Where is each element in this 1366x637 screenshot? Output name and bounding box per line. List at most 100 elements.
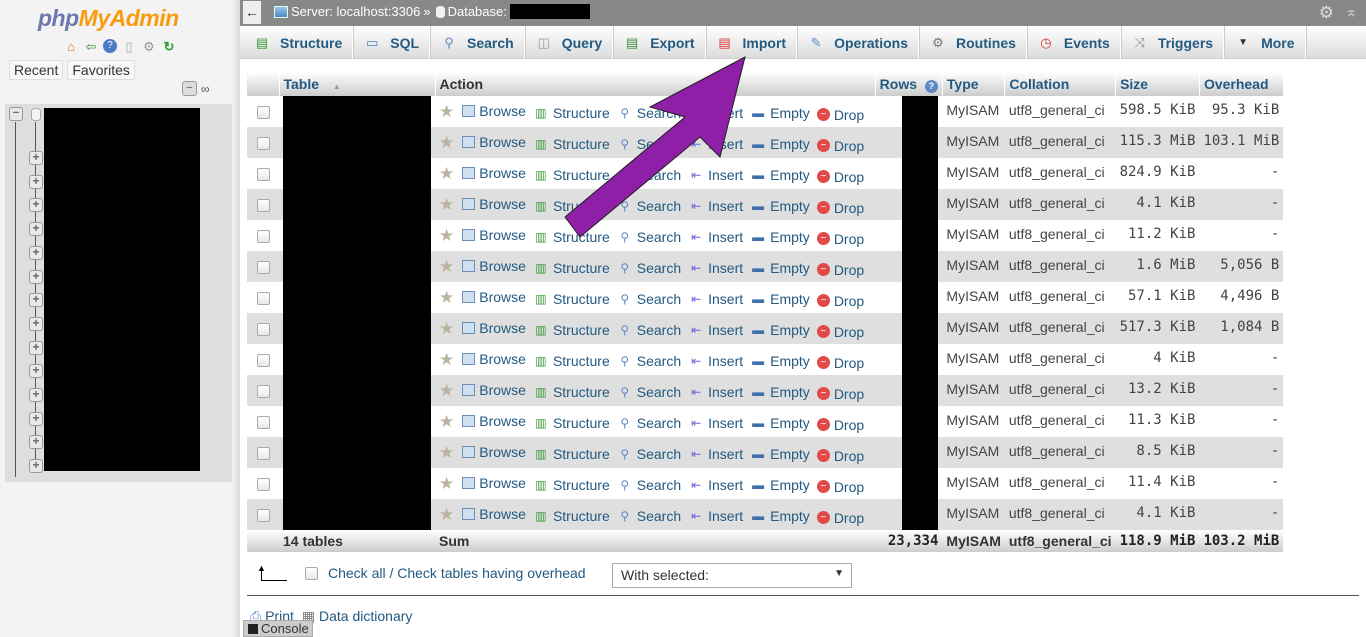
row-checkbox[interactable] xyxy=(257,261,270,274)
size-cell[interactable]: 8.5 KiB xyxy=(1115,437,1200,468)
browse-action[interactable]: Browse xyxy=(462,196,526,212)
empty-action[interactable]: ▬ Empty xyxy=(750,446,810,462)
drop-action[interactable]: − Drop xyxy=(816,169,864,185)
empty-action[interactable]: ▬ Empty xyxy=(750,508,810,524)
browse-action[interactable]: Browse xyxy=(462,134,526,150)
structure-action[interactable]: ▥ Structure xyxy=(533,291,609,307)
search-action[interactable]: ⚲ Search xyxy=(617,291,681,307)
size-column-header[interactable]: Size xyxy=(1115,72,1200,96)
favorite-star-icon[interactable]: ★ xyxy=(439,412,454,431)
tab-query[interactable]: ◫ Query xyxy=(525,26,614,59)
tab-sql[interactable]: ▭ SQL xyxy=(353,26,431,59)
table-name-cell[interactable] xyxy=(279,158,435,189)
page-settings-icon[interactable]: ⚙ xyxy=(1319,3,1334,23)
favorite-star-icon[interactable]: ★ xyxy=(439,443,454,462)
size-cell[interactable]: 824.9 KiB xyxy=(1115,158,1200,189)
insert-action[interactable]: ⇤ Insert xyxy=(688,136,743,152)
favorite-star-icon[interactable]: ★ xyxy=(439,257,454,276)
drop-action[interactable]: − Drop xyxy=(816,262,864,278)
expand-table-icon[interactable]: + xyxy=(29,459,43,474)
help-icon[interactable]: ? xyxy=(103,39,117,53)
expand-table-icon[interactable]: + xyxy=(29,198,43,213)
row-checkbox[interactable] xyxy=(257,416,270,429)
size-cell[interactable]: 517.3 KiB xyxy=(1115,313,1200,344)
row-checkbox[interactable] xyxy=(257,354,270,367)
favorite-star-icon[interactable]: ★ xyxy=(439,474,454,493)
browse-action[interactable]: Browse xyxy=(462,320,526,336)
structure-action[interactable]: ▥ Structure xyxy=(533,260,609,276)
empty-action[interactable]: ▬ Empty xyxy=(750,136,810,152)
with-selected-select[interactable]: With selected: ▼ xyxy=(612,563,852,588)
row-checkbox[interactable] xyxy=(257,478,270,491)
search-action[interactable]: ⚲ Search xyxy=(617,353,681,369)
structure-action[interactable]: ▥ Structure xyxy=(533,415,609,431)
home-icon[interactable]: ⌂ xyxy=(63,39,79,55)
browse-action[interactable]: Browse xyxy=(462,444,526,460)
rows-column-header[interactable]: Rows ? xyxy=(875,72,943,96)
empty-action[interactable]: ▬ Empty xyxy=(750,260,810,276)
logout-icon[interactable]: ⇦ xyxy=(83,39,99,55)
expand-table-icon[interactable]: + xyxy=(29,269,43,284)
structure-action[interactable]: ▥ Structure xyxy=(533,167,609,183)
size-cell[interactable]: 1.6 MiB xyxy=(1115,251,1200,282)
structure-action[interactable]: ▥ Structure xyxy=(533,508,609,524)
insert-action[interactable]: ⇤ Insert xyxy=(688,229,743,245)
empty-action[interactable]: ▬ Empty xyxy=(750,229,810,245)
favorite-star-icon[interactable]: ★ xyxy=(439,505,454,524)
browse-action[interactable]: Browse xyxy=(462,506,526,522)
data-dictionary-link[interactable]: ▦ Data dictionary xyxy=(302,608,413,625)
table-name-cell[interactable] xyxy=(279,313,435,344)
favorite-star-icon[interactable]: ★ xyxy=(439,133,454,152)
insert-action[interactable]: ⇤ Insert xyxy=(688,353,743,369)
toggle-navigation-icon[interactable]: ← xyxy=(243,1,261,24)
expand-table-icon[interactable]: + xyxy=(29,364,43,379)
row-checkbox[interactable] xyxy=(257,385,270,398)
table-name-cell[interactable] xyxy=(279,437,435,468)
table-name-cell[interactable] xyxy=(279,220,435,251)
row-checkbox[interactable] xyxy=(257,447,270,460)
row-checkbox[interactable] xyxy=(257,168,270,181)
drop-action[interactable]: − Drop xyxy=(816,510,864,526)
structure-action[interactable]: ▥ Structure xyxy=(533,477,609,493)
drop-action[interactable]: − Drop xyxy=(816,448,864,464)
breadcrumb-server[interactable]: Server: localhost:3306 xyxy=(291,4,420,19)
insert-action[interactable]: ⇤ Insert xyxy=(688,415,743,431)
drop-action[interactable]: − Drop xyxy=(816,417,864,433)
row-checkbox[interactable] xyxy=(257,230,270,243)
expand-table-icon[interactable]: + xyxy=(29,316,43,331)
empty-action[interactable]: ▬ Empty xyxy=(750,167,810,183)
size-cell[interactable]: 57.1 KiB xyxy=(1115,282,1200,313)
empty-action[interactable]: ▬ Empty xyxy=(750,477,810,493)
expand-table-icon[interactable]: + xyxy=(29,388,43,402)
insert-action[interactable]: ⇤ Insert xyxy=(688,105,743,121)
search-action[interactable]: ⚲ Search xyxy=(617,415,681,431)
browse-action[interactable]: Browse xyxy=(462,351,526,367)
nav-resize-handle[interactable] xyxy=(232,0,240,637)
row-checkbox[interactable] xyxy=(257,106,270,119)
browse-action[interactable]: Browse xyxy=(462,382,526,398)
insert-action[interactable]: ⇤ Insert xyxy=(688,198,743,214)
search-action[interactable]: ⚲ Search xyxy=(617,167,681,183)
size-cell[interactable]: 11.2 KiB xyxy=(1115,220,1200,251)
expand-table-icon[interactable]: + xyxy=(29,340,43,355)
drop-action[interactable]: − Drop xyxy=(816,355,864,371)
search-action[interactable]: ⚲ Search xyxy=(617,260,681,276)
structure-action[interactable]: ▥ Structure xyxy=(533,446,609,462)
console-toggle[interactable]: Console xyxy=(243,620,313,637)
phpmyadmin-logo[interactable]: phpMyAdmin xyxy=(38,5,179,32)
tab-import[interactable]: ▤ Import xyxy=(706,26,798,59)
search-action[interactable]: ⚲ Search xyxy=(617,136,681,152)
tab-triggers[interactable]: ⤨ Triggers xyxy=(1121,26,1225,59)
favorite-star-icon[interactable]: ★ xyxy=(439,288,454,307)
structure-action[interactable]: ▥ Structure xyxy=(533,322,609,338)
expand-table-icon[interactable]: + xyxy=(29,411,43,426)
table-name-cell[interactable] xyxy=(279,468,435,499)
tab-export[interactable]: ▤ Export xyxy=(613,26,706,59)
table-name-cell[interactable] xyxy=(279,251,435,282)
insert-action[interactable]: ⇤ Insert xyxy=(688,291,743,307)
drop-action[interactable]: − Drop xyxy=(816,479,864,495)
favorite-star-icon[interactable]: ★ xyxy=(439,226,454,245)
search-action[interactable]: ⚲ Search xyxy=(617,384,681,400)
structure-action[interactable]: ▥ Structure xyxy=(533,229,609,245)
favorite-star-icon[interactable]: ★ xyxy=(439,164,454,183)
